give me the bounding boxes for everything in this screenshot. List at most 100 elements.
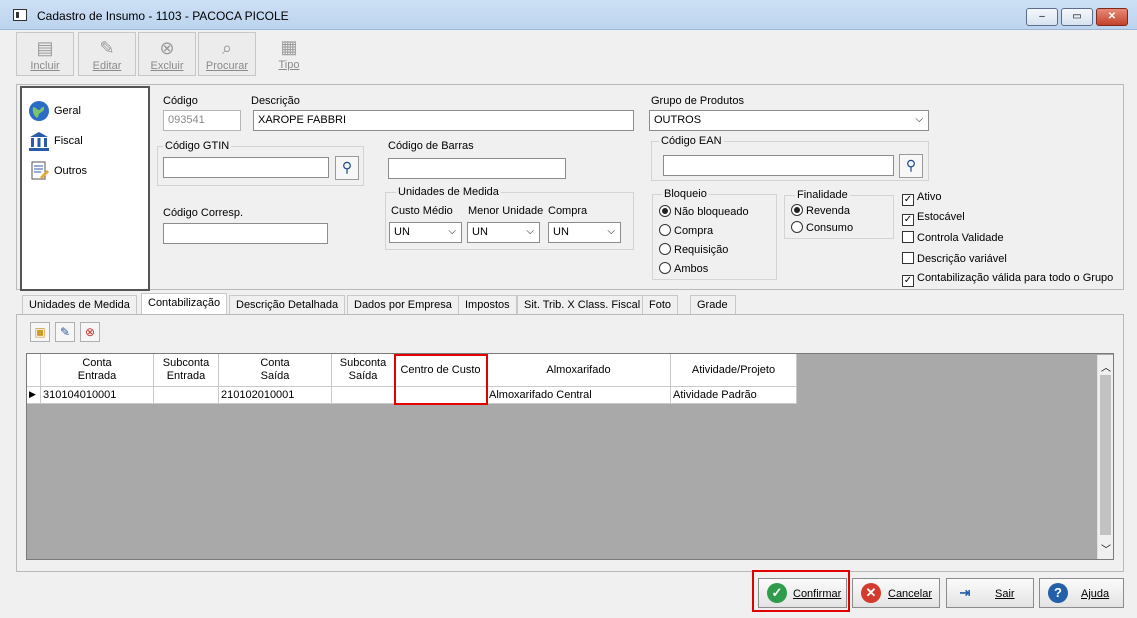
tab-contabilizacao[interactable]: Contabilização — [141, 293, 228, 315]
grid-scrollbar[interactable]: ︿ ﹀ — [1097, 355, 1113, 559]
codigo-label: Código — [163, 95, 198, 107]
add-document-icon: ▣ — [34, 325, 46, 339]
exit-door-icon: ⇥ — [959, 585, 971, 600]
barras-label: Código de Barras — [388, 140, 474, 152]
table-cell-atividade-projeto[interactable]: Atividade Padrão — [671, 387, 797, 404]
tab-sit-trib-class-fiscal[interactable]: Sit. Trib. X Class. Fiscal — [517, 295, 648, 314]
column-header-conta-entrada[interactable]: Conta Entrada — [41, 354, 154, 387]
ativo-checkbox[interactable]: ✓ Ativo — [902, 191, 941, 206]
corresp-label: Código Corresp. — [163, 207, 244, 219]
close-button[interactable]: ✕ — [1096, 8, 1128, 26]
delete-document-icon: ⊗ — [159, 38, 175, 58]
header-line: Subconta — [339, 357, 387, 369]
column-header-almoxarifado[interactable]: Almoxarifado — [487, 354, 671, 387]
editar-button[interactable]: ✎ Editar — [78, 32, 136, 76]
codigo-field[interactable]: 093541 — [163, 110, 241, 131]
menor-label: Menor Unidade — [468, 205, 544, 217]
procurar-button[interactable]: ⌕ Procurar — [198, 32, 256, 76]
delete-icon: ⊗ — [84, 325, 96, 339]
chevron-down-icon: ⌵ — [526, 226, 534, 237]
chevron-down-icon: ⌵ — [607, 226, 615, 237]
section-nav: Geral Fiscal Outros — [20, 86, 150, 291]
tipo-button[interactable]: ▦ Tipo — [260, 32, 318, 76]
descricao-variavel-checkbox[interactable]: Descrição variável — [902, 252, 1007, 265]
compra-label: Compra — [548, 205, 588, 217]
table-cell-subconta-saida[interactable] — [332, 387, 395, 404]
header-line: Atividade/Projeto — [691, 363, 776, 376]
tab-grade[interactable]: Grade — [690, 295, 736, 314]
tab-descricao-detalhada[interactable]: Descrição Detalhada — [229, 295, 346, 314]
app-icon[interactable] — [13, 9, 27, 21]
bloqueio-title: Bloqueio — [662, 188, 709, 200]
ean-field[interactable] — [663, 155, 894, 176]
descricao-label: Descrição — [251, 95, 300, 107]
cancelar-button[interactable]: ✕ Cancelar — [852, 578, 940, 608]
column-header-subconta-entrada[interactable]: Subconta Entrada — [154, 354, 219, 387]
table-icon: ▦ — [280, 37, 298, 57]
finalidade-title: Finalidade — [795, 189, 850, 201]
table-cell-subconta-entrada[interactable] — [154, 387, 219, 404]
bloqueio-radio-requisicao[interactable]: Requisição — [659, 243, 728, 256]
edit-document-icon: ✎ — [99, 38, 115, 58]
compra-select[interactable]: UN ⌵ — [548, 222, 621, 243]
bloqueio-radio-nao-bloqueado[interactable]: Não bloqueado — [659, 205, 749, 218]
grupo-select[interactable]: OUTROS ⌵ — [649, 110, 929, 131]
delete-row-button[interactable]: ⊗ — [80, 322, 100, 342]
tab-unidades-de-medida[interactable]: Unidades de Medida — [22, 295, 137, 314]
table-cell-almoxarifado[interactable]: Almoxarifado Central — [487, 387, 671, 404]
header-line: Entrada — [166, 370, 206, 382]
custo-label: Custo Médio — [391, 205, 453, 217]
header-line: Conta — [82, 357, 112, 369]
ean-label: Código EAN — [659, 135, 724, 147]
column-header-conta-saida[interactable]: Conta Saída — [219, 354, 332, 387]
edit-row-button[interactable]: ✎ — [55, 322, 75, 342]
gtin-field[interactable] — [163, 157, 329, 178]
new-document-icon: ▤ — [36, 38, 54, 58]
header-line: Entrada — [77, 370, 117, 382]
column-header-subconta-saida[interactable]: Subconta Saída — [332, 354, 395, 387]
ajuda-button[interactable]: ? Ajuda — [1039, 578, 1124, 608]
chevron-up-icon[interactable]: ︿ — [1101, 359, 1111, 374]
gtin-label: Código GTIN — [163, 140, 232, 152]
document-icon — [31, 161, 49, 180]
tab-dados-por-empresa[interactable]: Dados por Empresa — [347, 295, 459, 314]
centro-de-custo-highlight — [394, 354, 488, 405]
controla-validade-checkbox[interactable]: Controla Validade — [902, 231, 1004, 244]
minimize-button[interactable]: ‒ — [1026, 8, 1058, 26]
estocavel-checkbox[interactable]: ✓ Estocável — [902, 211, 965, 226]
check-circle-icon: ✓ — [767, 583, 787, 603]
finalidade-radio-consumo[interactable]: Consumo — [791, 221, 853, 234]
search-icon: ⚲ — [905, 157, 917, 173]
cancel-circle-icon: ✕ — [861, 583, 881, 603]
add-row-button[interactable]: ▣ — [30, 322, 50, 342]
edit-icon: ✎ — [59, 325, 71, 339]
sair-button[interactable]: ⇥ Sair — [946, 578, 1034, 608]
unidades-title: Unidades de Medida — [396, 186, 501, 198]
chevron-down-icon[interactable]: ﹀ — [1101, 541, 1111, 556]
scroll-thumb[interactable] — [1100, 375, 1111, 535]
custo-select[interactable]: UN ⌵ — [389, 222, 462, 243]
search-icon: ⚲ — [341, 159, 353, 175]
corresp-field[interactable] — [163, 223, 328, 244]
table-cell-conta-entrada[interactable]: 310104010001 — [41, 387, 154, 404]
finalidade-radio-revenda[interactable]: Revenda — [791, 204, 850, 217]
contabilizacao-grupo-checkbox[interactable]: ✓ Contabilização válida para todo o Grupo — [902, 272, 1113, 287]
row-indicator: ▶ — [27, 387, 41, 404]
column-header-atividade-projeto[interactable]: Atividade/Projeto — [671, 354, 797, 387]
globe-icon — [29, 101, 49, 121]
maximize-button[interactable]: ▭ — [1061, 8, 1093, 26]
excluir-button[interactable]: ⊗ Excluir — [138, 32, 196, 76]
ean-search-button[interactable]: ⚲ — [899, 154, 923, 178]
bloqueio-radio-compra[interactable]: Compra — [659, 224, 713, 237]
barras-field[interactable] — [388, 158, 566, 179]
confirmar-button[interactable]: ✓ Confirmar — [758, 578, 847, 608]
tab-foto[interactable]: Foto — [642, 295, 679, 314]
gtin-search-button[interactable]: ⚲ — [335, 156, 359, 180]
incluir-button[interactable]: ▤ Incluir — [16, 32, 74, 76]
bloqueio-radio-ambos[interactable]: Ambos — [659, 262, 708, 275]
descricao-field[interactable]: XAROPE FABBRI — [253, 110, 634, 131]
search-document-icon: ⌕ — [221, 38, 233, 58]
table-cell-conta-saida[interactable]: 210102010001 — [219, 387, 332, 404]
menor-select[interactable]: UN ⌵ — [467, 222, 540, 243]
tab-impostos[interactable]: Impostos — [458, 295, 517, 314]
